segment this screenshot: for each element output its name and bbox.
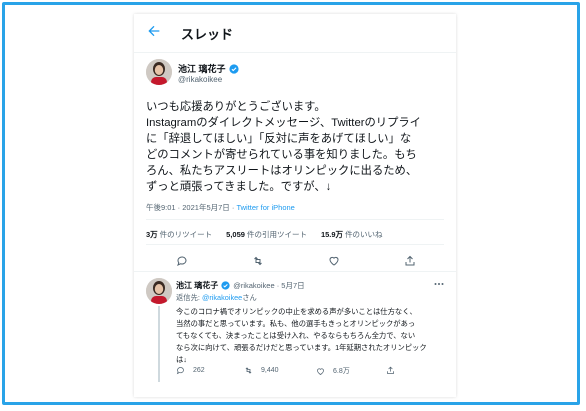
stat-label: 件のリツイート xyxy=(159,230,213,239)
tweet-line: ろん、私たちアスリートはオリンピックに出るため、 xyxy=(146,165,418,177)
avatar[interactable] xyxy=(146,59,172,85)
like-count-stat[interactable]: 15.9万 件のいいね xyxy=(321,229,383,240)
retweet-icon[interactable] xyxy=(252,254,264,266)
reply-text: 今このコロナ禍でオリンピックの中止を求める声が多いことは仕方なく、 当然の事だと… xyxy=(176,306,446,366)
page-title: スレッド xyxy=(181,27,234,42)
tweet-source[interactable]: Twitter for iPhone xyxy=(236,203,294,212)
author-name-row: 池江 璃花子 xyxy=(178,62,239,75)
replying-handle[interactable]: @rikakoikee xyxy=(202,293,242,302)
reply-retweet-button[interactable]: 9,440 xyxy=(244,366,279,375)
share-icon[interactable] xyxy=(404,254,416,266)
stat-value: 15.9万 xyxy=(320,230,344,239)
divider xyxy=(146,219,444,220)
stat-label: 件の引用ツイート xyxy=(246,230,307,239)
author-handle[interactable]: @rikakoikee xyxy=(178,75,222,84)
retweet-count: 9,440 xyxy=(261,367,279,374)
reply-author-row: 池江 璃花子 @rikakoikee · 5月7日 xyxy=(176,280,305,291)
tweet-timestamp[interactable]: 午後9:01 · 2021年5月7日 · xyxy=(146,203,236,212)
tweet-line: どのコメントが寄せられている事を知りました。もち xyxy=(146,149,417,161)
replying-prefix: 返信先: xyxy=(176,293,202,302)
tweet-text: いつも応援ありがとうございます。 Instagramのダイレクトメッセージ、Tw… xyxy=(146,99,446,195)
thread-connector xyxy=(158,306,160,382)
tweet-line: ずっと頑張ってきました。ですが、↓ xyxy=(146,181,332,193)
stat-value: 5,059 xyxy=(226,230,245,239)
reply-author-name[interactable]: 池江 璃花子 xyxy=(176,280,218,291)
retweet-icon xyxy=(245,367,252,374)
reply-icon xyxy=(176,367,184,375)
replying-to: 返信先: @rikakoikeeさん xyxy=(176,293,257,303)
verified-badge-icon xyxy=(221,281,230,290)
tweet-line: いつも応援ありがとうございます。 xyxy=(146,101,326,113)
reply-line: なら次に向けて、頑張るだけだと思っています。1年延期されたオリンピック xyxy=(176,343,427,352)
back-arrow-icon[interactable] xyxy=(146,23,162,39)
like-icon[interactable] xyxy=(328,254,340,266)
share-icon xyxy=(387,366,394,374)
reply-avatar[interactable] xyxy=(146,278,172,304)
reply-line: は↓ xyxy=(176,355,187,364)
divider xyxy=(146,244,444,245)
reply-handle-date[interactable]: @rikakoikee · 5月7日 xyxy=(233,280,304,291)
author-name[interactable]: 池江 璃花子 xyxy=(178,62,226,75)
replying-suffix: さん xyxy=(242,293,257,302)
like-count: 6.8万 xyxy=(333,368,350,375)
reply-line: 当然の事だと思っています。私も、他の選手もきっとオリンピックがあっ xyxy=(176,319,416,328)
reply-line: てもなくても、決まったことは受け入れ、やるならもちろん全力で、ない xyxy=(176,331,416,340)
tweet-stats: 3万 件のリツイート 5,059 件の引用ツイート 15.9万 件のいいね xyxy=(146,229,383,240)
thread-header: スレッド xyxy=(134,14,456,53)
thread-card: スレッド 池江 璃花子 @rikakoikee いつも応援ありがとうございます。… xyxy=(134,14,456,397)
stat-value: 3万 xyxy=(146,230,158,239)
tweet-line: Instagramのダイレクトメッセージ、Twitterのリプライ xyxy=(146,117,421,129)
tweet-line: に「辞退してほしい」「反対に声をあげてほしい」な xyxy=(146,133,412,145)
retweet-count-stat[interactable]: 3万 件のリツイート xyxy=(146,229,212,240)
tweet-meta: 午後9:01 · 2021年5月7日 · Twitter for iPhone xyxy=(146,202,295,213)
quote-count-stat[interactable]: 5,059 件の引用ツイート xyxy=(226,229,307,240)
author-handle-row: @rikakoikee xyxy=(178,75,222,84)
divider xyxy=(134,271,456,272)
reply-line: 今このコロナ禍でオリンピックの中止を求める声が多いことは仕方なく、 xyxy=(176,307,417,316)
reply-reply-button[interactable]: 262 xyxy=(176,366,205,375)
reply-icon[interactable] xyxy=(176,254,188,267)
reply-like-button[interactable]: 6.8万 xyxy=(316,366,350,376)
stat-label: 件のいいね xyxy=(345,230,383,239)
reply-count: 262 xyxy=(193,367,205,374)
like-icon xyxy=(317,367,324,375)
more-options-icon[interactable] xyxy=(434,282,444,286)
verified-badge-icon xyxy=(228,63,239,74)
reply-share-button[interactable] xyxy=(386,366,403,375)
